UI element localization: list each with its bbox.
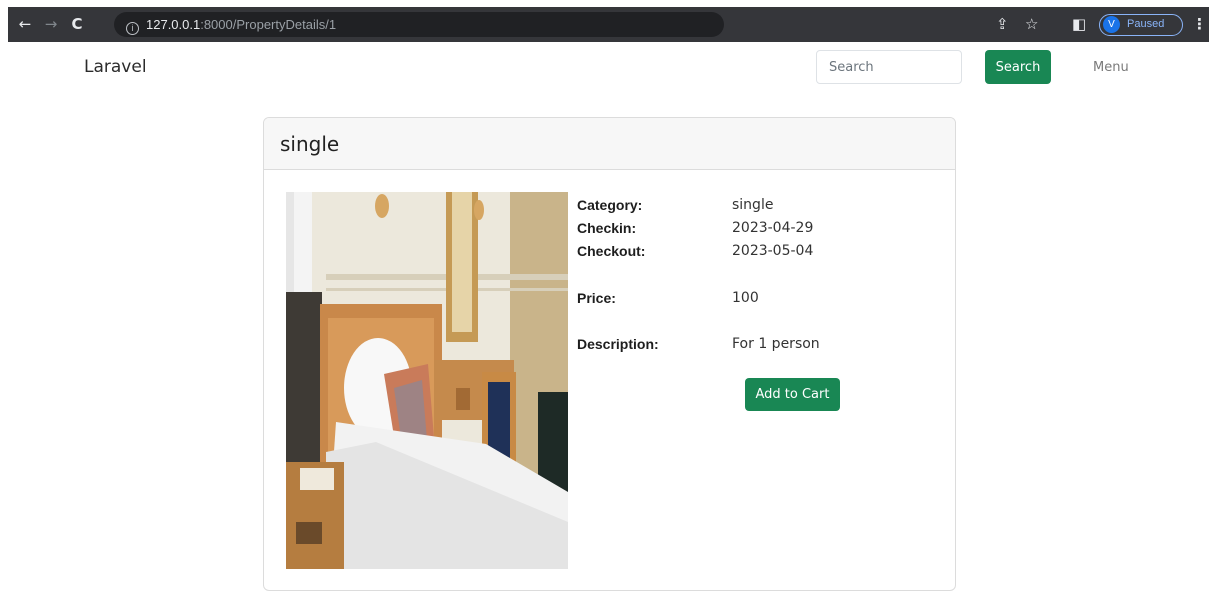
profile-button[interactable]: V Paused: [1099, 14, 1183, 36]
bookmark-star-icon[interactable]: ☆: [1025, 7, 1038, 42]
address-bar[interactable]: i 127.0.0.1:8000/PropertyDetails/1: [114, 12, 724, 37]
description-label: Description:: [577, 336, 659, 352]
price-value: 100: [732, 290, 759, 306]
search-button[interactable]: Search: [985, 50, 1051, 84]
price-label: Price:: [577, 290, 616, 306]
category-value: single: [732, 197, 774, 213]
property-card: single Category: single Checkin: 2023-04…: [263, 117, 956, 591]
share-icon[interactable]: ⇪: [996, 7, 1009, 42]
property-title: single: [280, 132, 340, 156]
description-value: For 1 person: [732, 336, 820, 352]
site-info-icon[interactable]: i: [126, 22, 139, 35]
navbar-brand[interactable]: Laravel: [84, 57, 147, 77]
checkin-label: Checkin:: [577, 220, 637, 236]
hotel-room-image: [286, 192, 568, 569]
url-path: :8000/PropertyDetails/1: [200, 17, 337, 32]
card-header: single: [264, 118, 955, 170]
browser-toolbar: ← → C i 127.0.0.1:8000/PropertyDetails/1 …: [8, 7, 1209, 42]
forward-icon[interactable]: →: [40, 7, 62, 42]
back-icon[interactable]: ←: [14, 7, 36, 42]
checkout-value: 2023-05-04: [732, 243, 814, 259]
category-label: Category:: [577, 197, 643, 213]
search-input[interactable]: [816, 50, 962, 84]
profile-status: Paused: [1127, 18, 1165, 30]
checkout-label: Checkout:: [577, 243, 646, 259]
profile-avatar: V: [1103, 16, 1120, 33]
url-host: 127.0.0.1: [146, 17, 201, 32]
more-menu-icon[interactable]: ⋮: [1192, 7, 1207, 42]
checkin-value: 2023-04-29: [732, 220, 814, 236]
menu-link[interactable]: Menu: [1093, 60, 1129, 75]
reload-icon[interactable]: C: [66, 7, 88, 42]
property-photo: [286, 192, 568, 569]
side-panel-icon[interactable]: ◧: [1072, 7, 1086, 42]
add-to-cart-button[interactable]: Add to Cart: [745, 378, 840, 411]
